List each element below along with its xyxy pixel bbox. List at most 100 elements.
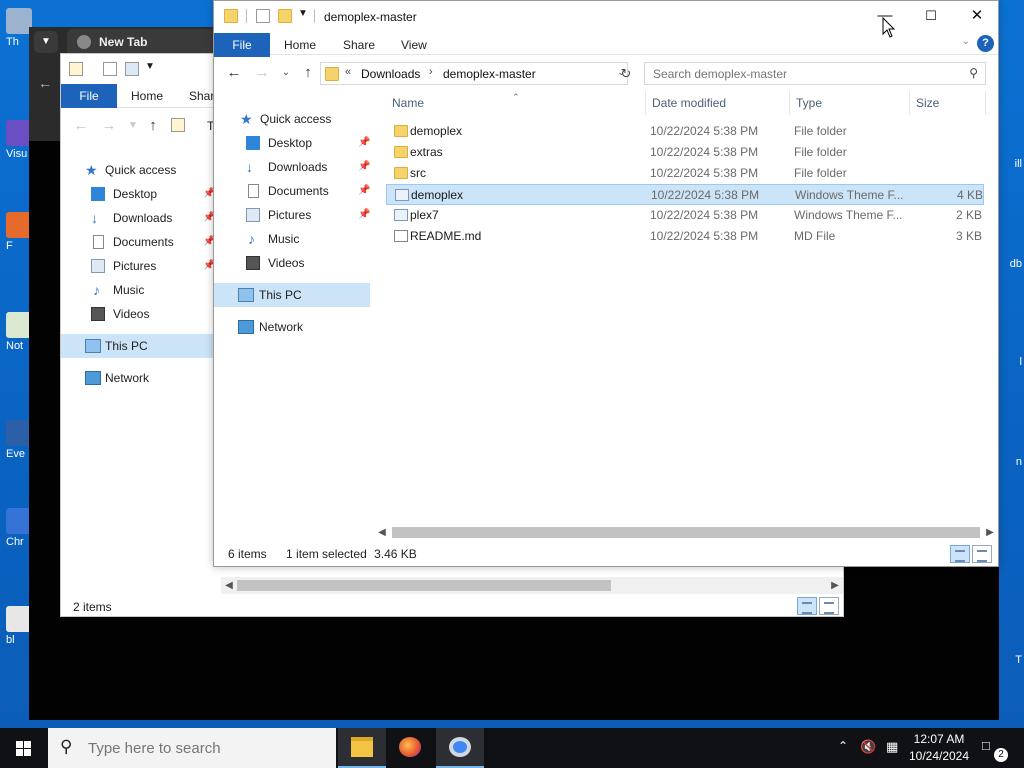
- network-icon: [85, 371, 101, 385]
- back-arrow-icon[interactable]: ←: [71, 116, 91, 136]
- file-row[interactable]: demoplex 10/22/2024 5:38 PM File folder: [386, 121, 984, 142]
- up-arrow-icon[interactable]: ↑: [298, 63, 318, 83]
- file-size: 2 KB: [955, 208, 982, 222]
- tab-file[interactable]: File: [61, 84, 117, 108]
- large-icons-view-button[interactable]: [972, 545, 992, 563]
- tab-share[interactable]: Share: [343, 33, 375, 57]
- pin-icon: 📌: [358, 209, 371, 220]
- chrome-taskbar-button[interactable]: [436, 728, 484, 768]
- help-icon[interactable]: ?: [977, 35, 994, 52]
- title-bar[interactable]: ▼ demoplex-master — ☐ ✕: [214, 1, 998, 31]
- tab-file[interactable]: File: [214, 33, 270, 57]
- windows-logo-icon: [24, 741, 31, 748]
- tab-search-button[interactable]: ▼: [34, 31, 58, 53]
- file-row[interactable]: demoplex 10/22/2024 5:38 PM Windows Theme …: [386, 184, 984, 205]
- notification-center-button[interactable]: □ 2: [982, 738, 1008, 762]
- firefox-taskbar-button[interactable]: [386, 728, 434, 768]
- details-view-button[interactable]: [797, 597, 817, 615]
- folder-icon: [394, 167, 408, 179]
- taskbar-search[interactable]: ⚲: [48, 728, 336, 768]
- search-input[interactable]: [653, 66, 953, 82]
- address-bar[interactable]: « Downloads › demoplex-master ⌄: [320, 62, 628, 85]
- up-arrow-icon[interactable]: ↑: [143, 116, 163, 136]
- properties-icon[interactable]: [256, 9, 270, 23]
- desktop-label-fragment: ill: [1014, 158, 1022, 170]
- nav-label: Music: [113, 283, 145, 297]
- file-row[interactable]: src 10/22/2024 5:38 PM File folder: [386, 163, 984, 184]
- expand-ribbon-icon[interactable]: ⌄: [962, 36, 970, 47]
- nav-label: Downloads: [268, 160, 328, 174]
- recent-locations-icon[interactable]: ⌄: [276, 63, 296, 83]
- chrome-tab-new-tab[interactable]: New Tab: [67, 29, 217, 55]
- breadcrumb-separator-icon[interactable]: ›: [429, 66, 433, 78]
- close-button[interactable]: ✕: [954, 1, 1000, 31]
- scroll-right-icon[interactable]: ▶: [982, 524, 998, 541]
- large-icons-view-button[interactable]: [819, 597, 839, 615]
- column-header-name[interactable]: Name ⌃: [386, 91, 646, 115]
- nav-label: Documents: [113, 235, 174, 249]
- windows-logo-icon: [24, 749, 31, 756]
- file-row[interactable]: README.md 10/22/2024 5:38 PM MD File 3 KB: [386, 226, 984, 247]
- new-folder-icon[interactable]: [125, 62, 139, 76]
- scroll-left-icon[interactable]: ◀: [221, 577, 237, 594]
- details-view-button[interactable]: [950, 545, 970, 563]
- pictures-icon: [246, 208, 260, 222]
- show-hidden-icons-icon[interactable]: ⌃: [838, 739, 848, 768]
- forward-arrow-icon[interactable]: →: [252, 63, 272, 83]
- scroll-right-icon[interactable]: ▶: [827, 577, 843, 594]
- status-selection: 1 item selected: [286, 547, 367, 561]
- network-status-icon[interactable]: ▦: [886, 739, 898, 768]
- download-arrow-icon: ↓: [246, 159, 253, 175]
- file-row[interactable]: extras 10/22/2024 5:38 PM File folder: [386, 142, 984, 163]
- nav-label: Music: [268, 232, 300, 246]
- scroll-left-icon[interactable]: ◀: [374, 524, 390, 541]
- back-arrow-icon[interactable]: ←: [224, 63, 244, 83]
- column-label: Name: [392, 96, 425, 110]
- properties-icon[interactable]: [69, 62, 83, 76]
- column-header-size[interactable]: Size: [910, 91, 986, 115]
- overflow-icon[interactable]: «: [345, 66, 351, 78]
- tab-view[interactable]: View: [401, 33, 427, 57]
- nav-this-pc[interactable]: This PC: [214, 283, 370, 307]
- pin-icon: 📌: [358, 161, 371, 172]
- scroll-thumb[interactable]: [237, 580, 611, 591]
- clock[interactable]: 12:07 AM 10/24/2024: [904, 731, 974, 765]
- volume-muted-icon[interactable]: 🔇: [860, 739, 876, 768]
- breadcrumb-demoplex-master[interactable]: demoplex-master: [443, 67, 536, 81]
- breadcrumb-downloads[interactable]: Downloads: [361, 67, 420, 81]
- taskbar-search-input[interactable]: [88, 738, 318, 758]
- file-explorer-icon: [351, 737, 373, 757]
- tab-share[interactable]: Shar: [189, 84, 214, 108]
- file-name: plex7: [410, 208, 439, 222]
- checkmark-icon[interactable]: [103, 62, 117, 76]
- customize-qat-icon[interactable]: ▼: [298, 8, 308, 19]
- horizontal-scrollbar[interactable]: ◀ ▶: [374, 524, 998, 541]
- file-type: File folder: [794, 166, 847, 180]
- start-button[interactable]: [0, 728, 48, 768]
- file-type: Windows Theme F...: [795, 188, 904, 202]
- mouse-cursor-icon: [882, 17, 896, 38]
- search-box[interactable]: ⚲: [644, 62, 986, 85]
- file-explorer-taskbar-button[interactable]: [338, 728, 386, 768]
- horizontal-scrollbar[interactable]: ◀ ▶: [221, 577, 843, 594]
- desktop-icon-label: Visu: [6, 148, 28, 160]
- customize-qat-icon[interactable]: ▼: [145, 61, 155, 72]
- tab-home[interactable]: Home: [131, 84, 163, 108]
- music-note-icon: ♪: [93, 282, 100, 298]
- desktop-label-fragment: l: [1019, 356, 1022, 368]
- maximize-button[interactable]: ☐: [908, 1, 954, 31]
- forward-arrow-icon[interactable]: →: [99, 116, 119, 136]
- new-folder-icon[interactable]: [278, 9, 292, 23]
- file-row[interactable]: plex7 10/22/2024 5:38 PM Windows Theme F..…: [386, 205, 984, 226]
- nav-this-pc[interactable]: This PC: [61, 334, 214, 358]
- scroll-thumb[interactable]: [392, 527, 980, 538]
- column-header-date[interactable]: Date modified: [646, 91, 790, 115]
- tab-home[interactable]: Home: [284, 33, 316, 57]
- recent-locations-icon[interactable]: ▼: [123, 116, 143, 136]
- separator: [314, 9, 315, 23]
- explorer-window[interactable]: ▼ demoplex-master — ☐ ✕ File Home Share …: [213, 0, 999, 567]
- location-icon: [171, 118, 185, 132]
- column-header-type[interactable]: Type: [790, 91, 910, 115]
- refresh-icon[interactable]: ↻: [616, 62, 636, 85]
- chrome-back-button[interactable]: ←: [29, 57, 61, 141]
